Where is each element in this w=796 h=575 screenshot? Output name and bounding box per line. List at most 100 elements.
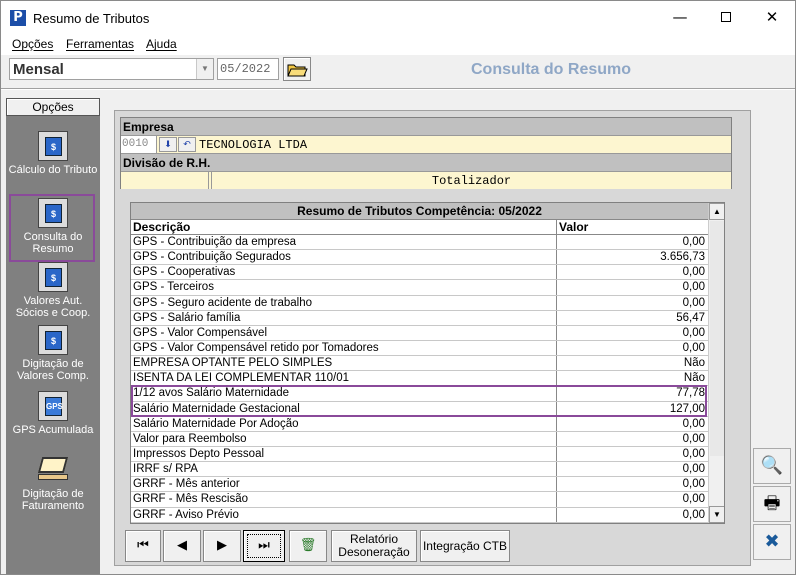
table-row[interactable]: GPS - Contribuição da empresa 0,00 xyxy=(131,235,708,251)
gps-document-icon: GPS xyxy=(38,391,68,421)
users-icon: $ xyxy=(38,262,68,292)
cell-descricao: IRRF s/ RPA xyxy=(133,463,198,476)
cell-descricao: GPS - Salário família xyxy=(133,311,241,324)
first-icon: ⏮ xyxy=(137,538,149,553)
minimize-button[interactable]: — xyxy=(657,1,703,34)
close-button[interactable]: ✕ xyxy=(749,1,795,34)
edit-values-icon: $ xyxy=(38,325,68,355)
chevron-down-icon[interactable]: ▼ xyxy=(196,59,213,79)
cell-valor: 0,00 xyxy=(682,417,705,430)
maximize-button[interactable] xyxy=(703,1,749,34)
page-title: Consulta do Resumo xyxy=(471,61,632,78)
totalizador-field[interactable]: Totalizador xyxy=(211,172,731,189)
cell-valor: 0,00 xyxy=(682,236,705,248)
grid-rows: GPS - Contribuição da empresa 0,00 GPS - C… xyxy=(131,235,708,523)
exit-icon: ✖ xyxy=(764,531,780,552)
undo-icon[interactable]: ↶ xyxy=(178,137,196,152)
menu-opcoes[interactable]: Opções xyxy=(12,37,53,51)
sidebar-item-label: GPS Acumulada xyxy=(12,424,94,436)
table-row[interactable]: GPS - Terceiros 0,00 xyxy=(131,280,708,296)
table-row[interactable]: Impressos Depto Pessoal 0,00 xyxy=(131,447,708,463)
cell-valor: 0,00 xyxy=(682,493,705,506)
menu-bar: Opções Ferramentas Ajuda xyxy=(1,34,795,55)
vertical-scrollbar[interactable]: ▲ ▼ xyxy=(708,203,724,523)
grid-header: Descrição Valor xyxy=(131,220,708,235)
table-row[interactable]: GPS - Contribuição Segurados 3.656,73 xyxy=(131,250,708,266)
highlight-box xyxy=(131,385,707,417)
prev-icon: ◀ xyxy=(177,538,187,553)
cell-valor: 0,00 xyxy=(682,478,705,491)
next-record-button[interactable]: ▶ xyxy=(203,530,241,562)
period-value: Mensal xyxy=(13,61,64,78)
search-user-button[interactable]: 🔍 xyxy=(753,448,791,484)
sidebar-item-gps[interactable]: GPS GPS Acumulada xyxy=(6,391,100,436)
download-icon[interactable]: ⬇ xyxy=(159,137,177,152)
cell-valor: 0,00 xyxy=(682,341,705,354)
sidebar-item-label: Cálculo do Tributo xyxy=(8,164,98,176)
cell-valor: Não xyxy=(683,372,705,385)
cell-valor: 0,00 xyxy=(682,281,705,294)
menu-ferramentas[interactable]: Ferramentas xyxy=(66,37,134,51)
prev-record-button[interactable]: ◀ xyxy=(163,530,201,562)
navigation-bar: ⏮ ◀ ▶ ⏭ 🗑 Relatório Desoneração Integraç… xyxy=(122,527,752,565)
empresa-code-input[interactable]: 0010 xyxy=(121,136,157,153)
title-bar: P Resumo de Tributos — ✕ xyxy=(1,1,795,34)
cell-descricao: GPS - Contribuição Segurados xyxy=(133,251,291,264)
scroll-thumb[interactable] xyxy=(710,221,724,456)
col-header-valor: Valor xyxy=(559,220,589,234)
sidebar-item-valores-aut[interactable]: $ Valores Aut. Sócios e Coop. xyxy=(6,262,100,319)
cell-descricao: GRRF - Mês anterior xyxy=(133,478,240,491)
cell-descricao: GRRF - Mês Rescisão xyxy=(133,493,249,506)
sidebar: $ Cálculo do Tributo $ Consulta do Resum… xyxy=(6,116,100,574)
scroll-down-icon[interactable]: ▼ xyxy=(709,506,724,523)
integracao-label: Integração CTB xyxy=(422,539,508,553)
cell-valor: 0,00 xyxy=(682,447,705,460)
cell-descricao: GPS - Cooperativas xyxy=(133,266,236,279)
relatorio-desoneracao-button[interactable]: Relatório Desoneração xyxy=(331,530,417,562)
period-select[interactable]: Mensal ▼ xyxy=(9,58,214,80)
divisao-label: Divisão de R.H. xyxy=(121,154,731,172)
cell-valor: Não xyxy=(683,357,705,370)
empresa-label: Empresa xyxy=(121,118,731,136)
sidebar-item-digitacao-valores[interactable]: $ Digitação de Valores Comp. xyxy=(6,325,100,382)
next-icon: ▶ xyxy=(217,538,227,553)
last-record-button[interactable]: ⏭ xyxy=(243,530,285,562)
cell-descricao: ISENTA DA LEI COMPLEMENTAR 110/01 xyxy=(133,372,350,385)
open-folder-button[interactable] xyxy=(283,57,311,81)
menu-ajuda[interactable]: Ajuda xyxy=(146,37,177,51)
divisao-row: Totalizador xyxy=(121,172,731,189)
sidebar-header[interactable]: Opções xyxy=(6,98,100,116)
competencia-input[interactable]: 05/2022 xyxy=(217,58,279,80)
sidebar-item-faturamento[interactable]: Digitação de Faturamento xyxy=(6,455,100,512)
table-row[interactable]: GPS - Valor Compensável 0,00 xyxy=(131,326,708,341)
col-header-descricao: Descrição xyxy=(133,220,191,234)
table-row[interactable]: GPS - Seguro acidente de trabalho 0,00 xyxy=(131,296,708,311)
table-row[interactable]: EMPRESA OPTANTE PELO SIMPLES Não xyxy=(131,356,708,372)
table-row[interactable]: Salário Maternidade Por Adoção 0,00 xyxy=(131,417,708,432)
scroll-up-icon[interactable]: ▲ xyxy=(709,203,724,220)
divisao-input[interactable] xyxy=(121,172,209,189)
integracao-ctb-button[interactable]: Integração CTB xyxy=(420,530,510,562)
cell-descricao: Salário Maternidade Por Adoção xyxy=(133,417,299,430)
cell-descricao: GPS - Seguro acidente de trabalho xyxy=(133,296,313,309)
cell-descricao: GRRF - Aviso Prévio xyxy=(133,508,239,521)
cell-descricao: GPS - Terceiros xyxy=(133,281,214,294)
sidebar-item-calculo[interactable]: $ Cálculo do Tributo xyxy=(6,131,100,176)
exit-button[interactable]: ✖ xyxy=(753,524,791,560)
table-row[interactable]: GPS - Cooperativas 0,00 xyxy=(131,265,708,281)
table-row[interactable]: GPS - Salário família 56,47 xyxy=(131,311,708,326)
cell-valor: 0,00 xyxy=(682,296,705,309)
table-row[interactable]: GPS - Valor Compensável retido por Tomad… xyxy=(131,341,708,357)
grid-title: Resumo de Tributos Competência: 05/2022 xyxy=(131,203,708,220)
delete-button[interactable]: 🗑 xyxy=(289,530,327,562)
table-row[interactable]: IRRF s/ RPA 0,00 xyxy=(131,462,708,478)
first-record-button[interactable]: ⏮ xyxy=(125,530,161,562)
table-row[interactable]: Valor para Reembolso 0,00 xyxy=(131,432,708,447)
cell-valor: 0,00 xyxy=(682,266,705,279)
table-row[interactable]: GRRF - Aviso Prévio 0,00 xyxy=(131,508,708,523)
empresa-panel: Empresa 0010 ⬇ ↶ TECNOLOGIA LTDA Divisão… xyxy=(120,117,732,189)
print-button[interactable]: 🖶 xyxy=(753,486,791,522)
table-row[interactable]: GRRF - Mês Rescisão 0,00 xyxy=(131,492,708,508)
table-row[interactable]: GRRF - Mês anterior 0,00 xyxy=(131,477,708,493)
sidebar-item-label: Digitação de Faturamento xyxy=(21,488,85,512)
